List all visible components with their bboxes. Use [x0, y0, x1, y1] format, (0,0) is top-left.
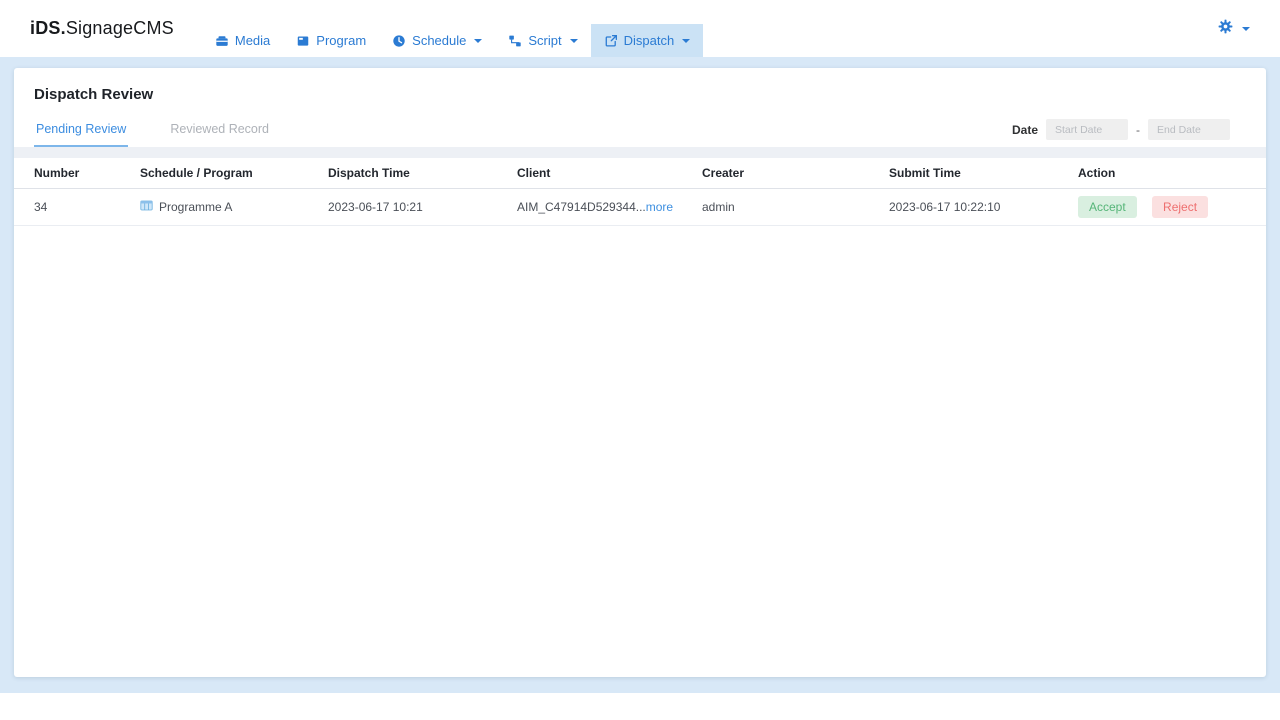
cell-schedule-program: Programme A [120, 188, 308, 225]
date-range-separator: - [1136, 123, 1140, 137]
cell-client: AIM_C47914D529344...more [497, 188, 682, 225]
col-client: Client [497, 158, 682, 188]
chevron-down-icon [1242, 27, 1250, 31]
program-table-icon [140, 199, 153, 215]
nav-item-schedule[interactable]: Schedule [379, 24, 495, 57]
cell-submit-time: 2023-06-17 10:22:10 [869, 188, 1058, 225]
date-filter: Date - [1012, 119, 1230, 146]
reject-button[interactable]: Reject [1152, 196, 1208, 218]
nav-item-dispatch[interactable]: Dispatch [591, 24, 704, 57]
nav-label: Program [316, 33, 366, 48]
program-icon [296, 34, 310, 48]
nav-item-script[interactable]: Script [495, 24, 590, 57]
table-row: 34 Programme A 2023-06-17 10:21 AIM_C479… [14, 188, 1266, 225]
gear-icon [1218, 19, 1233, 39]
settings-menu[interactable] [1218, 0, 1250, 57]
schedule-icon [392, 34, 406, 48]
cell-dispatch-time: 2023-06-17 10:21 [308, 188, 497, 225]
main-nav: Media Program Schedule Script [202, 0, 703, 57]
date-filter-label: Date [1012, 123, 1038, 137]
page-title: Dispatch Review [34, 86, 1266, 103]
start-date-input[interactable] [1046, 119, 1128, 140]
tab-reviewed-record[interactable]: Reviewed Record [168, 118, 271, 147]
script-icon [508, 34, 522, 48]
nav-label: Dispatch [624, 33, 675, 48]
nav-item-media[interactable]: Media [202, 24, 283, 57]
table-header-row: Number Schedule / Program Dispatch Time … [14, 158, 1266, 188]
nav-label: Media [235, 33, 270, 48]
col-number: Number [14, 158, 120, 188]
cell-creater: admin [682, 188, 869, 225]
top-nav-bar: iDS.SignageCMS Media Program Schedule [0, 0, 1280, 57]
tab-pending-review[interactable]: Pending Review [34, 118, 128, 147]
dispatch-review-panel: Dispatch Review Pending Review Reviewed … [14, 68, 1266, 677]
nav-item-program[interactable]: Program [283, 24, 379, 57]
brand-logo[interactable]: iDS.SignageCMS [30, 0, 174, 57]
client-name: AIM_C47914D529344... [517, 200, 646, 214]
col-action: Action [1058, 158, 1266, 188]
chevron-down-icon [474, 39, 482, 43]
chevron-down-icon [570, 39, 578, 43]
tabs: Pending Review Reviewed Record [34, 118, 271, 147]
cell-action: Accept Reject [1058, 188, 1266, 225]
end-date-input[interactable] [1148, 119, 1230, 140]
col-schedule-program: Schedule / Program [120, 158, 308, 188]
col-dispatch-time: Dispatch Time [308, 158, 497, 188]
col-creater: Creater [682, 158, 869, 188]
pending-review-table: Number Schedule / Program Dispatch Time … [14, 158, 1266, 226]
nav-label: Schedule [412, 33, 466, 48]
tabs-row: Pending Review Reviewed Record Date - [14, 118, 1266, 147]
dispatch-icon [604, 34, 618, 48]
section-divider [14, 147, 1266, 158]
client-more-link[interactable]: more [646, 200, 673, 214]
col-submit-time: Submit Time [869, 158, 1058, 188]
cell-number: 34 [14, 188, 120, 225]
nav-label: Script [528, 33, 561, 48]
accept-button[interactable]: Accept [1078, 196, 1137, 218]
program-name: Programme A [159, 200, 232, 214]
brand-rest: SignageCMS [66, 18, 174, 39]
content-area: Dispatch Review Pending Review Reviewed … [0, 57, 1280, 693]
media-icon [215, 34, 229, 48]
brand-bold: iDS. [30, 18, 66, 39]
chevron-down-icon [682, 39, 690, 43]
